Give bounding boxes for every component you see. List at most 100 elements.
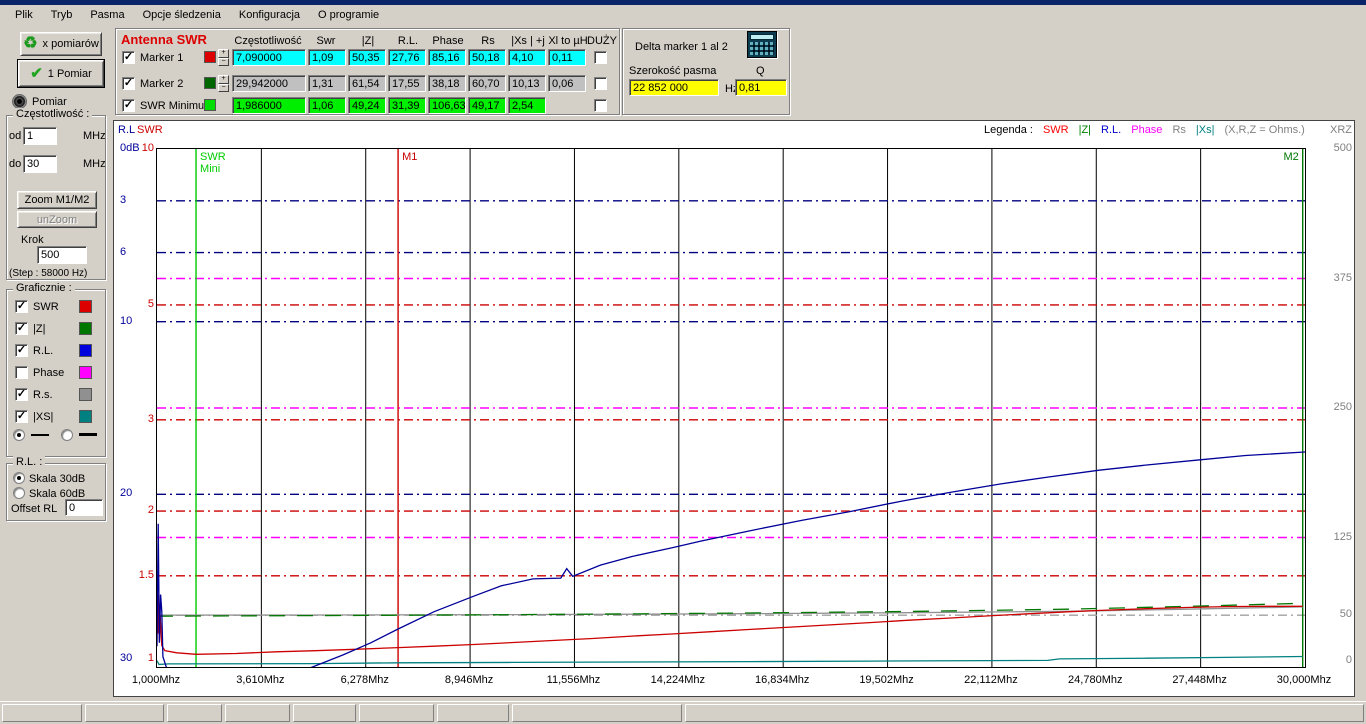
- marker-duzy-checkbox[interactable]: [594, 51, 607, 64]
- multi-measure-button[interactable]: ♻ x pomiarów: [20, 32, 102, 56]
- measure-knob-icon[interactable]: [12, 94, 27, 109]
- step-input[interactable]: [37, 246, 87, 264]
- rl-scale-group: R.L. : Skala 30dB Skala 60dB Offset RL: [6, 456, 106, 521]
- scale-30db-radio[interactable]: [13, 472, 25, 484]
- zoom-m1-m2-button[interactable]: Zoom M1/M2: [17, 191, 97, 209]
- marker-col-header: R.L.: [397, 35, 419, 47]
- marker-color-swatch: [204, 77, 216, 89]
- menu-bar: Plik Tryb Pasma Opcje śledzenia Konfigur…: [0, 5, 1366, 25]
- menu-item-konfiguracja[interactable]: Konfiguracja: [230, 7, 309, 23]
- trace-checkbox-z[interactable]: [15, 322, 28, 335]
- marker-row-label: Marker 1: [140, 52, 184, 64]
- marker-value-cell: 1,06: [308, 97, 346, 114]
- xrz-tick-label: 50: [1339, 608, 1352, 621]
- trace-checkbox-rl[interactable]: [15, 344, 28, 357]
- offset-rl-input[interactable]: [65, 499, 103, 516]
- scale-60db-radio[interactable]: [13, 487, 25, 499]
- rl-tick-label: 3: [120, 193, 127, 206]
- frequency-group: Częstotliwość : od MHz do MHz Zoom M1/M2…: [6, 108, 106, 280]
- line-thick-radio[interactable]: [61, 429, 73, 441]
- legend-item: Phase: [1131, 124, 1163, 136]
- check-icon: ✔: [30, 64, 43, 82]
- trace-label: Phase: [33, 367, 65, 379]
- legend-item: |Z|: [1078, 124, 1092, 136]
- plot-svg: [157, 149, 1305, 667]
- rl-tick-label: 6: [120, 245, 127, 258]
- trace-label: |XS|: [33, 411, 54, 423]
- menu-item-o-programie[interactable]: O programie: [309, 7, 388, 23]
- unzoom-button[interactable]: unZoom: [17, 211, 97, 228]
- step-label: Krok: [21, 234, 44, 246]
- line-thin-radio[interactable]: [13, 429, 25, 441]
- plot-area[interactable]: SWR Mini M1 M2: [156, 148, 1306, 668]
- swr-tick-label: 10: [141, 142, 154, 154]
- menu-item-tryb[interactable]: Tryb: [42, 7, 82, 23]
- marker-value-cell: 49,17: [468, 97, 506, 114]
- from-input[interactable]: [23, 127, 57, 145]
- refresh-icon: ♻: [23, 35, 38, 52]
- statusbar-cell: [685, 704, 1364, 722]
- menu-item-plik[interactable]: Plik: [6, 7, 42, 23]
- marker-duzy-checkbox[interactable]: [594, 77, 607, 90]
- to-input[interactable]: [23, 155, 57, 173]
- menu-item-opcje-sledzenia[interactable]: Opcje śledzenia: [134, 7, 230, 23]
- measure-label: Pomiar: [32, 96, 67, 108]
- offset-rl-label: Offset RL: [11, 503, 58, 515]
- marker-col-header: Xl to µH: [548, 35, 588, 47]
- statusbar-cell: [225, 704, 290, 722]
- marker-value-cell: 1,09: [308, 49, 346, 66]
- x-tick-label: 11,556Mhz: [546, 674, 601, 686]
- from-label: od: [9, 130, 22, 142]
- trace-checkbox-phase[interactable]: [15, 366, 28, 379]
- marker-enable-checkbox[interactable]: [122, 77, 135, 90]
- series-swr: [157, 594, 1303, 655]
- marker-duzy-checkbox[interactable]: [594, 99, 607, 112]
- marker-value-cell: 61,54: [348, 75, 386, 92]
- legend-item: (X,R,Z = Ohms.): [1224, 124, 1305, 136]
- trace-checkbox-swr[interactable]: [15, 300, 28, 313]
- marker-spinner[interactable]: + −: [218, 75, 229, 92]
- trace-color-swatch: [79, 366, 92, 379]
- from-unit: MHz: [83, 130, 106, 142]
- marker-spinner[interactable]: + −: [218, 49, 229, 66]
- trace-label: R.s.: [33, 389, 53, 401]
- menu-item-pasma[interactable]: Pasma: [81, 7, 133, 23]
- xrz-tick-label: 250: [1333, 401, 1352, 413]
- delta-panel-title: Delta marker 1 al 2: [635, 41, 728, 53]
- statusbar-cell: [359, 704, 434, 722]
- statusbar-cell: [167, 704, 222, 722]
- x-tick-label: 14,224Mhz: [650, 674, 706, 686]
- marker-col-header: Rs: [481, 35, 495, 47]
- trace-checkbox-xs[interactable]: [15, 410, 28, 423]
- marker-value-cell: 0,06: [548, 75, 586, 92]
- xrz-tick-label: 0: [1345, 654, 1352, 666]
- thick-line-sample: [79, 433, 97, 436]
- to-label: do: [9, 158, 22, 170]
- delta-panel: Delta marker 1 al 2 Szerokość pasma 22 8…: [622, 28, 790, 115]
- marker-enable-checkbox[interactable]: [122, 99, 135, 112]
- marker-value-cell: 50,18: [468, 49, 506, 66]
- marker-value-cell: 50,35: [348, 49, 386, 66]
- marker-row-label: SWR Minimu: [140, 100, 205, 112]
- marker-value-cell: 4,10: [508, 49, 546, 66]
- marker-value-cell: 27,76: [388, 49, 426, 66]
- statusbar-cell: [293, 704, 356, 722]
- traces-group: Graficznie : SWR |Z| R.L. Phase R.s. |XS|: [6, 282, 106, 457]
- trace-checkbox-rs[interactable]: [15, 388, 28, 401]
- single-measure-button[interactable]: ✔ 1 Pomiar: [18, 60, 104, 87]
- marker-value-cell: 31,39: [388, 97, 426, 114]
- marker-color-swatch: [204, 99, 216, 111]
- calculator-icon[interactable]: [747, 31, 777, 58]
- xrz-tick-label: 125: [1333, 530, 1352, 543]
- trace-label: SWR: [33, 301, 59, 313]
- marker-value-cell: 2,54: [508, 97, 546, 114]
- marker-value-cell: 29,942000: [232, 75, 306, 92]
- xrz-tick-label: 500: [1333, 142, 1352, 154]
- x-tick-label: 8,946Mhz: [444, 674, 494, 686]
- legend-item: |Xs|: [1195, 124, 1215, 136]
- swr-tick-label: 1.5: [138, 568, 154, 581]
- x-tick-label: 1,000Mhz: [131, 674, 181, 686]
- marker-enable-checkbox[interactable]: [122, 51, 135, 64]
- marker-value-cell: 17,55: [388, 75, 426, 92]
- marker-value-cell: 49,24: [348, 97, 386, 114]
